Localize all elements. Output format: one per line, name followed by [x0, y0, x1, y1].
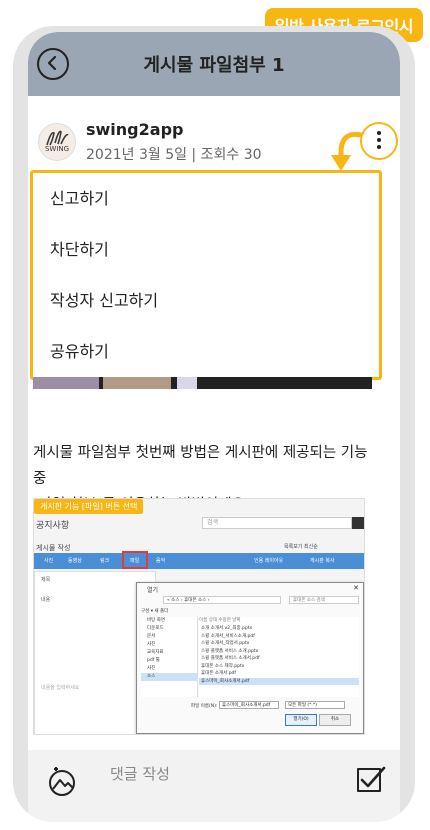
comment-bar	[28, 750, 400, 822]
file-row: 휴대폰 소스 제작.pptx	[201, 663, 245, 669]
dialog-search: 휴대폰 소스 검색	[289, 596, 359, 604]
dialog-files: 이름 상태 수정한 날짜 소개 소개서 v2_최종.pptx 스윙 소개서_서비…	[199, 617, 359, 697]
file-row: 소개 소개서 v2_최종.pptx	[201, 626, 253, 631]
filename-field: 휴스마이_회사소개서.pdf	[219, 701, 279, 709]
editor-row: 내용을 입력하세요	[41, 685, 80, 691]
menu-item-report[interactable]: 신고하기	[33, 173, 379, 224]
editor-row: 내용	[41, 597, 51, 603]
file-row: 스윙 소개서_작업서.pptx	[201, 641, 250, 646]
dialog-open-button: 열기(O)	[285, 714, 317, 726]
comment-input[interactable]	[108, 764, 312, 784]
embedded-screenshot: 게시판 기능 [파일] 버튼 선택 공지사항 검색 게시물 작성 목록보기 최신…	[33, 498, 365, 735]
body-line: 게시물 파일첨부 첫번째 방법은 게시판에 제공되는 기능 중	[33, 445, 368, 487]
toolbar-label: 링크	[100, 558, 110, 564]
post-image	[33, 377, 372, 389]
dot-icon	[377, 138, 381, 142]
avatar-label: SWING	[44, 145, 70, 153]
attach-image-icon[interactable]	[46, 765, 80, 799]
highlight-box	[122, 551, 148, 569]
app-header: 게시물 파일첨부 1	[28, 32, 400, 96]
screenshot-caption: 게시판 기능 [파일] 버튼 선택	[34, 499, 144, 514]
author-name: swing2app	[86, 120, 184, 139]
dot-icon	[377, 145, 381, 149]
toolbar-label: 동영상	[68, 558, 82, 564]
filetype-select: 모든 파일 (*.*)	[285, 701, 345, 709]
avatar[interactable]: SWING	[38, 123, 76, 161]
nav-item: 바탕 화면	[147, 618, 165, 623]
nav-item: 교육자료	[147, 650, 164, 655]
options-menu: 신고하기 차단하기 작성자 신고하기 공유하기	[30, 170, 382, 380]
nav-item: 문서	[147, 634, 156, 639]
file-row: 스윙 플랫폼 서비스 소개서.pdf	[201, 656, 260, 661]
toolbar-label: 게시판 복사	[310, 558, 335, 564]
toolbar-label: 사진	[44, 558, 54, 564]
nav-item: pdf 툴	[147, 658, 160, 663]
screenshot-options: 목록보기 최신순	[284, 544, 318, 550]
file-row: 휴대폰 소개서.pdf	[201, 671, 236, 676]
nav-item: 다운로드	[147, 626, 164, 631]
menu-item-block[interactable]: 차단하기	[33, 224, 379, 275]
nav-item: 사진	[147, 666, 156, 671]
file-row: 휴스마이_회사소개서.pdf	[199, 677, 359, 685]
dialog-nav: 바탕 화면 다운로드 문서 사진 교육자료 pdf 툴 사진 소스	[141, 617, 198, 697]
files-header: 이름 상태 수정한 날짜	[199, 618, 241, 623]
search-icon	[352, 517, 364, 529]
screenshot-title: 공지사항	[36, 521, 70, 531]
toolbar-label: 인용 레이아웃	[254, 558, 284, 564]
file-open-dialog: 열기 ✕ « 소스 › 휴대폰 소스 › 휴대폰 소스 검색 구성 ▾ 새 폴더…	[136, 582, 364, 734]
file-row: 스윙 플랫폼 서비스 소개.pptx	[201, 648, 259, 654]
screen: 게시물 파일첨부 1 SWING swing2app 2021년 3월 5일 |…	[28, 32, 400, 822]
dot-icon	[377, 131, 381, 135]
nav-item: 사진	[147, 642, 156, 647]
post-meta: 2021년 3월 5일 | 조회수 30	[86, 147, 262, 163]
dialog-cancel-button: 취소	[319, 714, 351, 726]
menu-item-share[interactable]: 공유하기	[33, 326, 379, 377]
submit-check-icon[interactable]	[354, 765, 386, 797]
toolbar-label: 음악	[156, 558, 166, 564]
editor-row: 제목	[41, 577, 51, 583]
dialog-path: « 소스 › 휴대폰 소스 ›	[163, 596, 281, 604]
nav-item: 소스	[141, 673, 197, 681]
dialog-organize: 구성 ▾ 새 폴더	[141, 609, 169, 614]
screenshot-toolbar: 사진 동영상 링크 파일 음악 인용 레이아웃 게시판 복사	[34, 553, 364, 569]
more-options-button[interactable]	[360, 122, 398, 160]
dialog-title: 열기	[147, 587, 159, 594]
screenshot-search: 검색	[202, 517, 352, 529]
menu-item-report-author[interactable]: 작성자 신고하기	[33, 275, 379, 326]
screenshot-subtitle: 게시물 작성	[36, 544, 71, 552]
page-title: 게시물 파일첨부 1	[143, 55, 285, 76]
close-icon: ✕	[353, 584, 359, 592]
file-row: 스윙 소개서_서비스소개.pdf	[201, 633, 255, 639]
phone-frame: 게시물 파일첨부 1 SWING swing2app 2021년 3월 5일 |…	[13, 26, 415, 822]
filename-label: 파일 이름(N):	[191, 704, 218, 709]
